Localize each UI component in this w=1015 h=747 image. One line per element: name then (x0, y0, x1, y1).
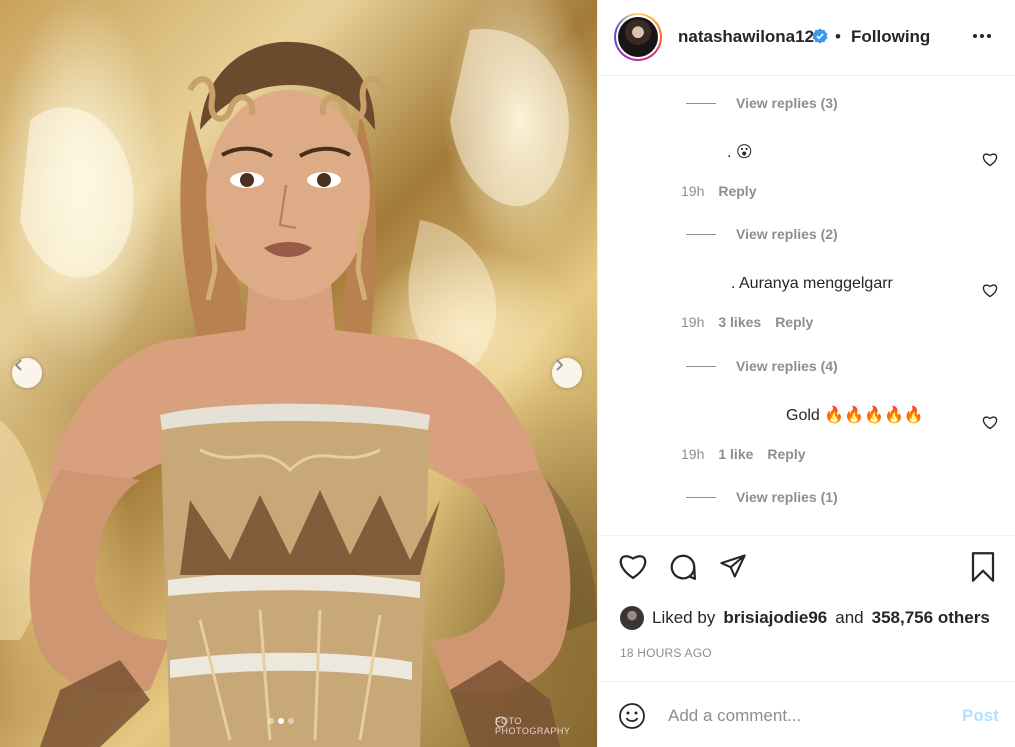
next-photo-button[interactable] (552, 358, 582, 388)
likes-summary: Liked by brisiajodie96 and 358,756 other… (620, 606, 990, 630)
chevron-left-icon (14, 359, 22, 371)
likes-conjunction: and (835, 608, 864, 627)
comment-text: Gold 🔥🔥🔥🔥🔥 (786, 407, 924, 424)
comment-time: 19h (681, 183, 705, 199)
more-options-button[interactable] (968, 24, 996, 48)
header-separator: • (835, 27, 841, 46)
comment-meta: 19h 3 likes Reply (681, 314, 813, 330)
reply-button[interactable]: Reply (718, 183, 756, 199)
previous-photo-button[interactable] (12, 358, 42, 388)
post-timestamp[interactable]: 18 HOURS AGO (620, 646, 712, 660)
watermark-logo-icon (495, 716, 507, 728)
post-comment-button[interactable]: Post (962, 706, 999, 726)
liker-avatar[interactable] (620, 606, 644, 630)
view-replies-label: View replies (4) (736, 358, 838, 374)
post-header: natashawilona12 • Following (598, 0, 1015, 76)
view-replies-button[interactable]: View replies (4) (686, 358, 838, 374)
comment-text: . Auranya menggelgarr (731, 275, 893, 292)
comment-like-icon[interactable] (982, 415, 998, 430)
photo-illustration (0, 29, 597, 747)
post-photo[interactable]: FOTO PHOTOGRAPHY (0, 0, 597, 747)
replies-divider (686, 233, 716, 235)
comments-list: View replies (3) . 😮 19h Reply View repl… (598, 77, 1015, 535)
comment-icon[interactable] (668, 552, 698, 582)
comment-input[interactable] (668, 702, 938, 730)
comment-time: 19h (681, 446, 705, 462)
comment-meta: 19h Reply (681, 183, 756, 199)
carousel-indicator (268, 718, 294, 724)
replies-divider (686, 102, 716, 104)
replies-divider (686, 496, 716, 498)
emoji-icon[interactable] (618, 702, 646, 730)
comment-text: . 😮 (727, 144, 753, 161)
view-replies-button[interactable]: View replies (1) (686, 489, 838, 505)
comment-like-icon[interactable] (982, 283, 998, 298)
carousel-dot (288, 718, 294, 724)
carousel-dot-active (278, 718, 284, 724)
author-username[interactable]: natashawilona12 (678, 27, 814, 47)
carousel-dot (268, 718, 274, 724)
liker-username[interactable]: brisiajodie96 (723, 608, 827, 628)
watermark-text: FOTO PHOTOGRAPHY (495, 716, 571, 736)
more-options-icon (973, 34, 991, 38)
heart-icon[interactable] (618, 552, 648, 580)
post-actions: Liked by brisiajodie96 and 358,756 other… (598, 535, 1015, 681)
reply-button[interactable]: Reply (775, 314, 813, 330)
share-icon[interactable] (718, 552, 748, 580)
verified-badge-icon (812, 28, 828, 44)
author-avatar[interactable] (614, 13, 662, 61)
view-replies-label: View replies (3) (736, 95, 838, 111)
likes-others-count[interactable]: 358,756 others (872, 608, 990, 628)
view-replies-label: View replies (2) (736, 226, 838, 242)
comment-meta: 19h 1 like Reply (681, 446, 806, 462)
comment-likes-count[interactable]: 3 likes (718, 314, 761, 330)
post-panel: natashawilona12 • Following View replies… (597, 0, 1015, 747)
comment-like-icon[interactable] (982, 152, 998, 167)
reply-button[interactable]: Reply (767, 446, 805, 462)
view-replies-button[interactable]: View replies (3) (686, 95, 838, 111)
view-replies-button[interactable]: View replies (2) (686, 226, 838, 242)
bookmark-icon[interactable] (970, 552, 996, 582)
photo-watermark: FOTO PHOTOGRAPHY (495, 716, 597, 736)
add-comment-bar: Post (598, 681, 1015, 747)
view-replies-label: View replies (1) (736, 489, 838, 505)
following-button[interactable]: Following (851, 27, 930, 47)
replies-divider (686, 365, 716, 367)
comment-time: 19h (681, 314, 705, 330)
comment-likes-count[interactable]: 1 like (718, 446, 753, 462)
likes-prefix: Liked by (652, 608, 716, 627)
chevron-right-icon (556, 359, 564, 371)
